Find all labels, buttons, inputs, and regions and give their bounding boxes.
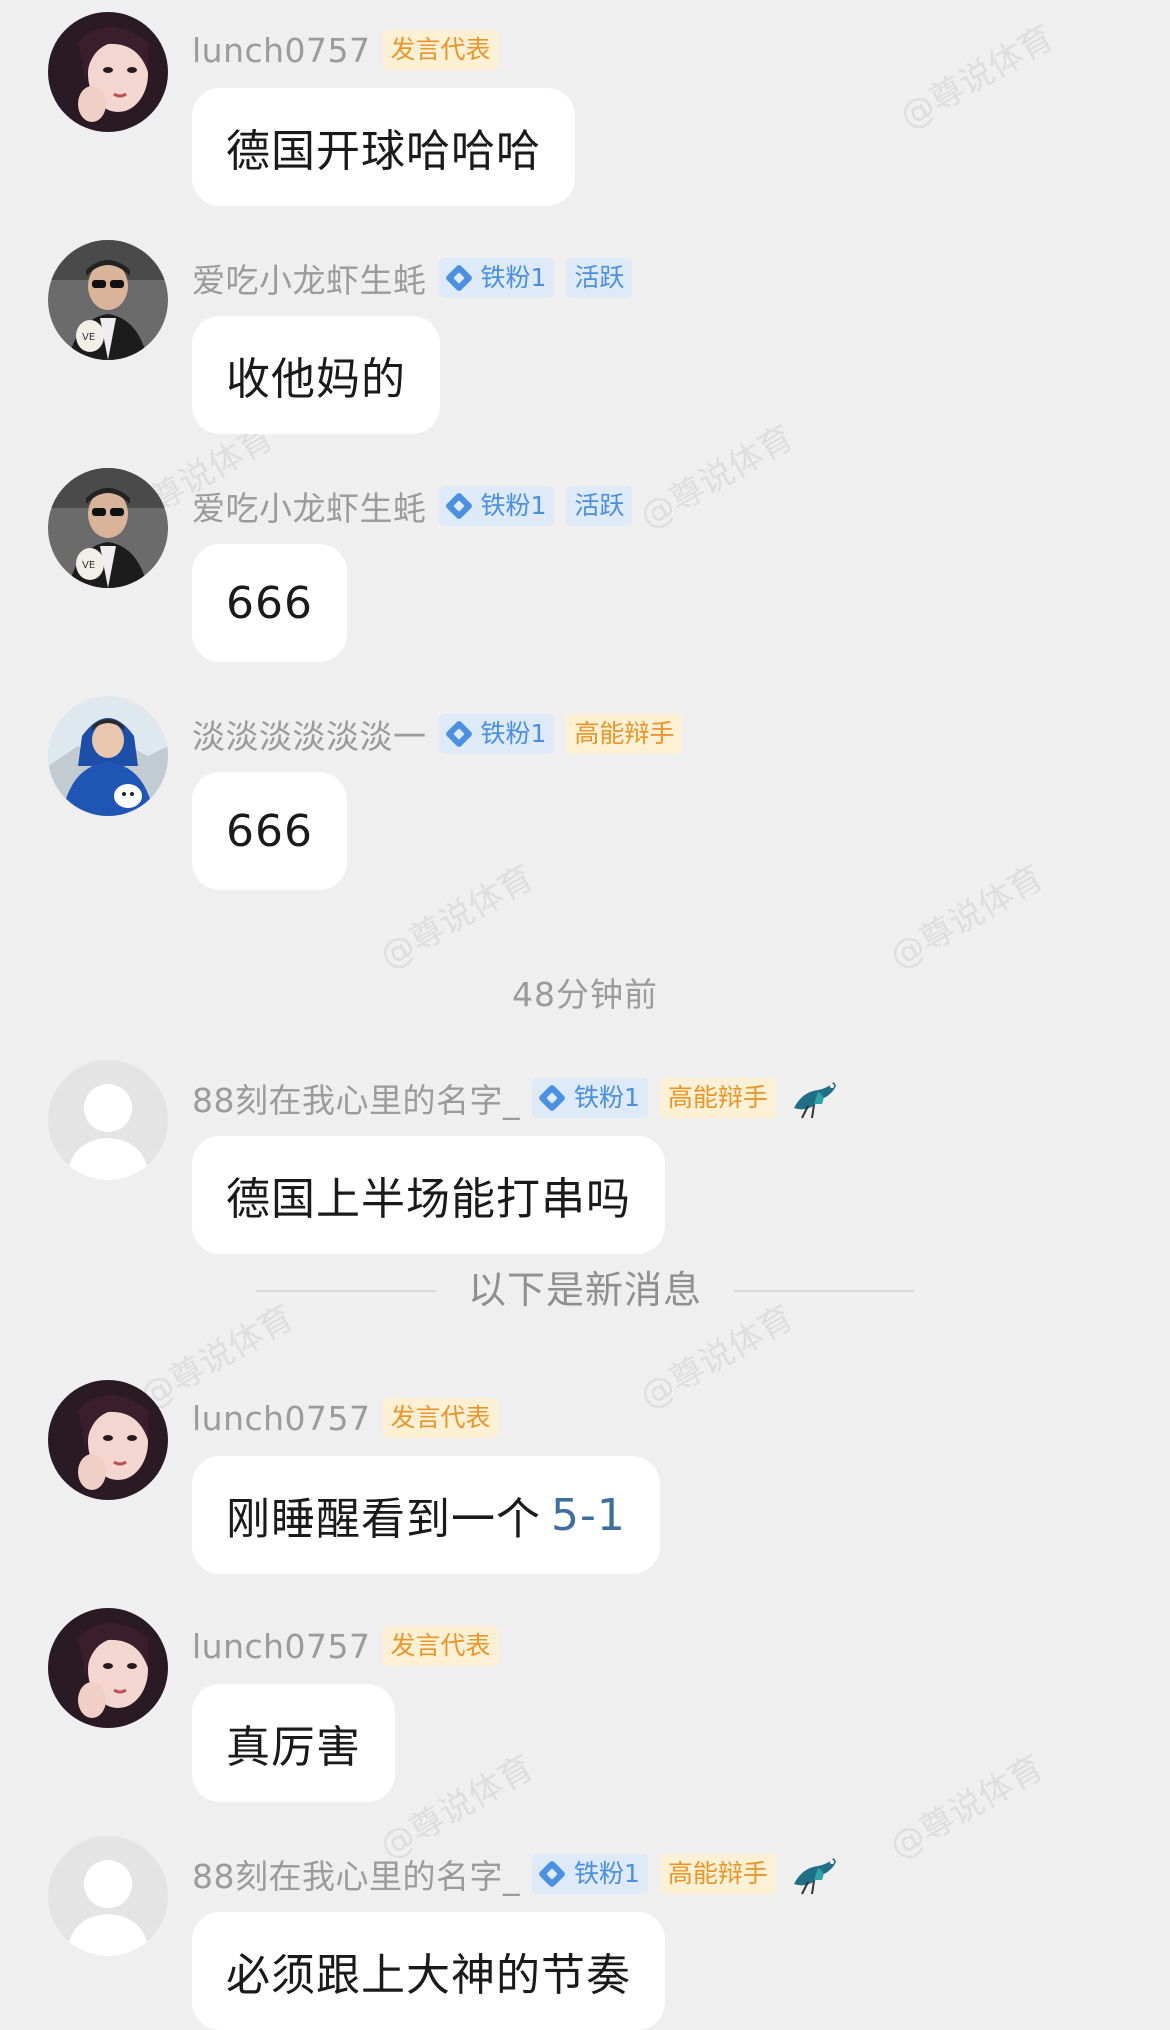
avatar[interactable]: VE — [48, 240, 168, 360]
role-badge: 发言代表 — [382, 1398, 499, 1438]
fan-badge-label: 铁粉1 — [574, 1859, 640, 1888]
chat-message-list: @尊说体育 @尊说体育 @尊说体育 @尊说体育 @尊说体育 @尊说体育 @尊说体… — [0, 0, 1170, 2030]
watermark: @尊说体育 — [633, 417, 801, 538]
fan-badge: 铁粉1 — [438, 258, 555, 298]
avatar-woman-icon — [48, 12, 168, 132]
message-text: 666 — [226, 805, 313, 857]
watermark: @尊说体育 — [883, 1747, 1051, 1868]
fan-badge-label: 铁粉1 — [480, 719, 547, 748]
message-bubble[interactable]: 666 — [192, 772, 347, 890]
message-bubble[interactable]: 必须跟上大神的节奏 — [192, 1912, 665, 2030]
debater-badge: 高能辩手 — [659, 1854, 776, 1894]
diamond-icon — [444, 491, 473, 521]
message-bubble[interactable]: 德国开球哈哈哈 — [192, 88, 575, 206]
magpie-bird-icon — [793, 1858, 836, 1895]
message-text: 必须跟上大神的节奏 — [226, 1950, 631, 2001]
username[interactable]: lunch0757 — [192, 31, 371, 70]
avatar[interactable] — [48, 1060, 168, 1180]
message-meta: 88刻在我心里的名字_ 铁粉1 高能辩手 — [192, 1074, 844, 1122]
message-meta: 淡淡淡淡淡淡一 铁粉1 高能辩手 — [192, 710, 694, 758]
role-badge: 发言代表 — [382, 30, 499, 70]
diamond-icon — [537, 1859, 567, 1889]
watermark: @尊说体育 — [893, 17, 1061, 138]
new-messages-divider: 以下是新消息 — [0, 1266, 1170, 1314]
fan-badge: 铁粉1 — [438, 486, 555, 526]
svg-text:VE: VE — [82, 560, 95, 571]
avatar-man-sunglasses-icon: VE — [48, 240, 168, 360]
default-avatar-icon — [48, 1836, 168, 1956]
avatar-man-sunglasses-icon: VE — [48, 468, 168, 588]
watermark: @尊说体育 — [373, 857, 541, 978]
avatar[interactable]: VE — [48, 468, 168, 588]
username[interactable]: 88刻在我心里的名字_ — [192, 1074, 520, 1122]
avatar[interactable] — [48, 1380, 168, 1500]
message-meta: 爱吃小龙虾生蚝 铁粉1 活跃 — [192, 254, 644, 302]
fan-badge: 铁粉1 — [438, 714, 555, 754]
debater-badge: 高能辩手 — [659, 1078, 776, 1118]
message-meta: 88刻在我心里的名字_ 铁粉1 高能辩手 — [192, 1850, 844, 1898]
fan-badge-label: 铁粉1 — [574, 1083, 640, 1112]
message-bubble[interactable]: 德国上半场能打串吗 — [192, 1136, 665, 1254]
fan-badge: 铁粉1 — [532, 1854, 648, 1894]
diamond-icon — [444, 719, 473, 749]
active-badge: 活跃 — [566, 258, 633, 298]
avatar[interactable] — [48, 12, 168, 132]
avatar[interactable] — [48, 696, 168, 816]
diamond-icon — [444, 263, 473, 293]
divider-line — [734, 1290, 914, 1292]
active-badge: 活跃 — [566, 486, 633, 526]
avatar[interactable] — [48, 1836, 168, 1956]
username[interactable]: 爱吃小龙虾生蚝 — [192, 482, 427, 530]
message-text: 收他妈的 — [226, 354, 406, 405]
default-avatar-icon — [48, 1060, 168, 1180]
svg-text:VE: VE — [82, 332, 95, 343]
message-bubble[interactable]: 真厉害 — [192, 1684, 395, 1802]
fan-badge-label: 铁粉1 — [480, 491, 547, 520]
avatar-blue-hoodie-icon — [48, 696, 168, 816]
message-bubble[interactable]: 刚睡醒看到一个 5-1 — [192, 1456, 660, 1574]
message-timestamp: 48分钟前 — [512, 975, 658, 1014]
fan-badge: 铁粉1 — [532, 1078, 648, 1118]
avatar[interactable] — [48, 1608, 168, 1728]
watermark: @尊说体育 — [883, 857, 1051, 978]
message-text: 德国开球哈哈哈 — [226, 126, 541, 177]
message-bubble[interactable]: 收他妈的 — [192, 316, 440, 434]
message-text: 刚睡醒看到一个 — [226, 1494, 541, 1545]
username[interactable]: lunch0757 — [192, 1627, 371, 1666]
debater-badge: 高能辩手 — [566, 714, 683, 754]
username[interactable]: 88刻在我心里的名字_ — [192, 1850, 520, 1898]
message-text: 德国上半场能打串吗 — [226, 1174, 631, 1225]
message-meta: lunch0757 发言代表 — [192, 1622, 511, 1670]
username[interactable]: lunch0757 — [192, 1399, 371, 1438]
avatar-woman-icon — [48, 1608, 168, 1728]
message-meta: lunch0757 发言代表 — [192, 1394, 511, 1442]
role-badge: 发言代表 — [382, 1626, 499, 1666]
score-link[interactable]: 5-1 — [551, 1490, 626, 1541]
diamond-icon — [537, 1083, 567, 1113]
username[interactable]: 爱吃小龙虾生蚝 — [192, 254, 427, 302]
divider-label: 以下是新消息 — [467, 1268, 702, 1312]
message-bubble[interactable]: 666 — [192, 544, 347, 662]
magpie-bird-icon — [793, 1082, 836, 1119]
message-text: 真厉害 — [226, 1722, 361, 1773]
message-meta: lunch0757 发言代表 — [192, 26, 511, 74]
username[interactable]: 淡淡淡淡淡淡一 — [192, 710, 427, 758]
message-text: 666 — [226, 577, 313, 629]
message-meta: 爱吃小龙虾生蚝 铁粉1 活跃 — [192, 482, 644, 530]
fan-badge-label: 铁粉1 — [480, 263, 547, 292]
avatar-woman-icon — [48, 1380, 168, 1500]
